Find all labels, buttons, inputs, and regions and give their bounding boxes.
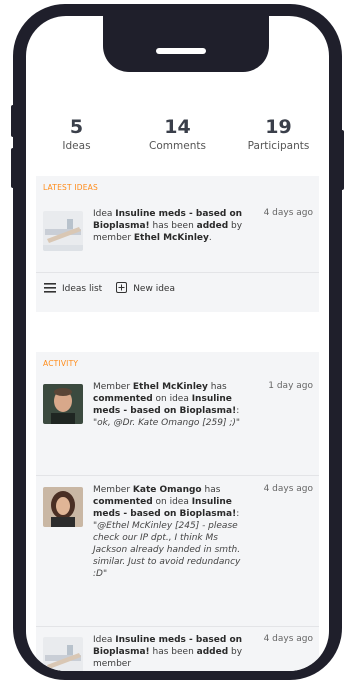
timestamp: 1 day ago [268, 381, 313, 391]
new-idea-label: New idea [133, 284, 175, 294]
phone-speaker [156, 48, 206, 54]
section-title: ACTIVITY [43, 359, 79, 368]
timestamp: 4 days ago [263, 634, 313, 644]
latest-idea-item[interactable]: Idea Insuline meds - based on Bioplasma!… [36, 208, 319, 270]
avatar[interactable] [43, 487, 83, 527]
text-part: : [236, 509, 240, 519]
list-icon [44, 282, 56, 296]
plus-square-icon [116, 282, 128, 296]
stat-label: Comments [149, 140, 206, 152]
text-part: Idea [93, 209, 116, 219]
member-link[interactable]: Ethel McKinley [134, 233, 209, 243]
text-part: Member [93, 382, 133, 392]
divider [36, 475, 319, 476]
text-part: has been [149, 221, 197, 231]
phone-frame: 5 Ideas 14 Comments 19 Participants LATE… [13, 4, 342, 680]
activity-item[interactable]: Member Kate Omango has commented on idea… [36, 484, 319, 624]
text-part: has been [149, 647, 197, 657]
stat-value: 19 [265, 116, 292, 138]
section-title: LATEST IDEAS [43, 183, 98, 192]
action-word: commented [93, 394, 153, 404]
activity-text: Idea Insuline meds - based on Bioplasma!… [93, 634, 245, 670]
comment-quote: "@Ethel McKinley [245] - please check ou… [93, 521, 241, 579]
ideas-list-label: Ideas list [62, 284, 103, 294]
idea-actions: Ideas list New idea [44, 282, 189, 296]
stats-bar: 5 Ideas 14 Comments 19 Participants [26, 116, 329, 152]
text-part: Member [93, 485, 133, 495]
member-link[interactable]: Kate Omango [133, 485, 202, 495]
timestamp: 4 days ago [263, 484, 313, 494]
stat-comments[interactable]: 14 Comments [133, 116, 223, 152]
text-part: . [208, 233, 212, 243]
stat-value: 5 [69, 116, 84, 138]
text-part: on idea [152, 394, 192, 404]
stat-value: 14 [164, 116, 191, 138]
text-part: has [207, 382, 227, 392]
stat-label: Participants [247, 140, 310, 152]
idea-thumbnail [43, 211, 83, 251]
text-part: on idea [152, 497, 192, 507]
action-word: added [196, 647, 229, 657]
action-word: commented [93, 497, 153, 507]
text-part: has [201, 485, 221, 495]
stat-ideas[interactable]: 5 Ideas [32, 116, 122, 152]
activity-item[interactable]: Member Ethel McKinley has commented on i… [36, 381, 319, 467]
idea-thumbnail [43, 637, 83, 671]
phone-screen: 5 Ideas 14 Comments 19 Participants LATE… [26, 16, 329, 671]
timestamp: 4 days ago [263, 208, 313, 218]
text-part: Idea [93, 635, 116, 645]
new-idea-button[interactable]: New idea [116, 282, 175, 296]
action-word: added [196, 221, 229, 231]
activity-text: Member Kate Omango has commented on idea… [93, 484, 245, 580]
comment-quote: "ok, @Dr. Kate Omango [259] ;)" [93, 418, 241, 428]
ideas-list-button[interactable]: Ideas list [44, 282, 103, 296]
member-link[interactable]: Ethel McKinley [133, 382, 208, 392]
activity-text: Member Ethel McKinley has commented on i… [93, 381, 245, 429]
text-part: : [236, 406, 240, 416]
divider [36, 272, 319, 273]
stat-label: Ideas [62, 140, 91, 152]
activity-item[interactable]: Idea Insuline meds - based on Bioplasma!… [36, 634, 319, 671]
phone-notch [103, 16, 269, 72]
idea-text: Idea Insuline meds - based on Bioplasma!… [93, 208, 245, 244]
divider [36, 626, 319, 627]
avatar[interactable] [43, 384, 83, 424]
stat-participants[interactable]: 19 Participants [234, 116, 324, 152]
